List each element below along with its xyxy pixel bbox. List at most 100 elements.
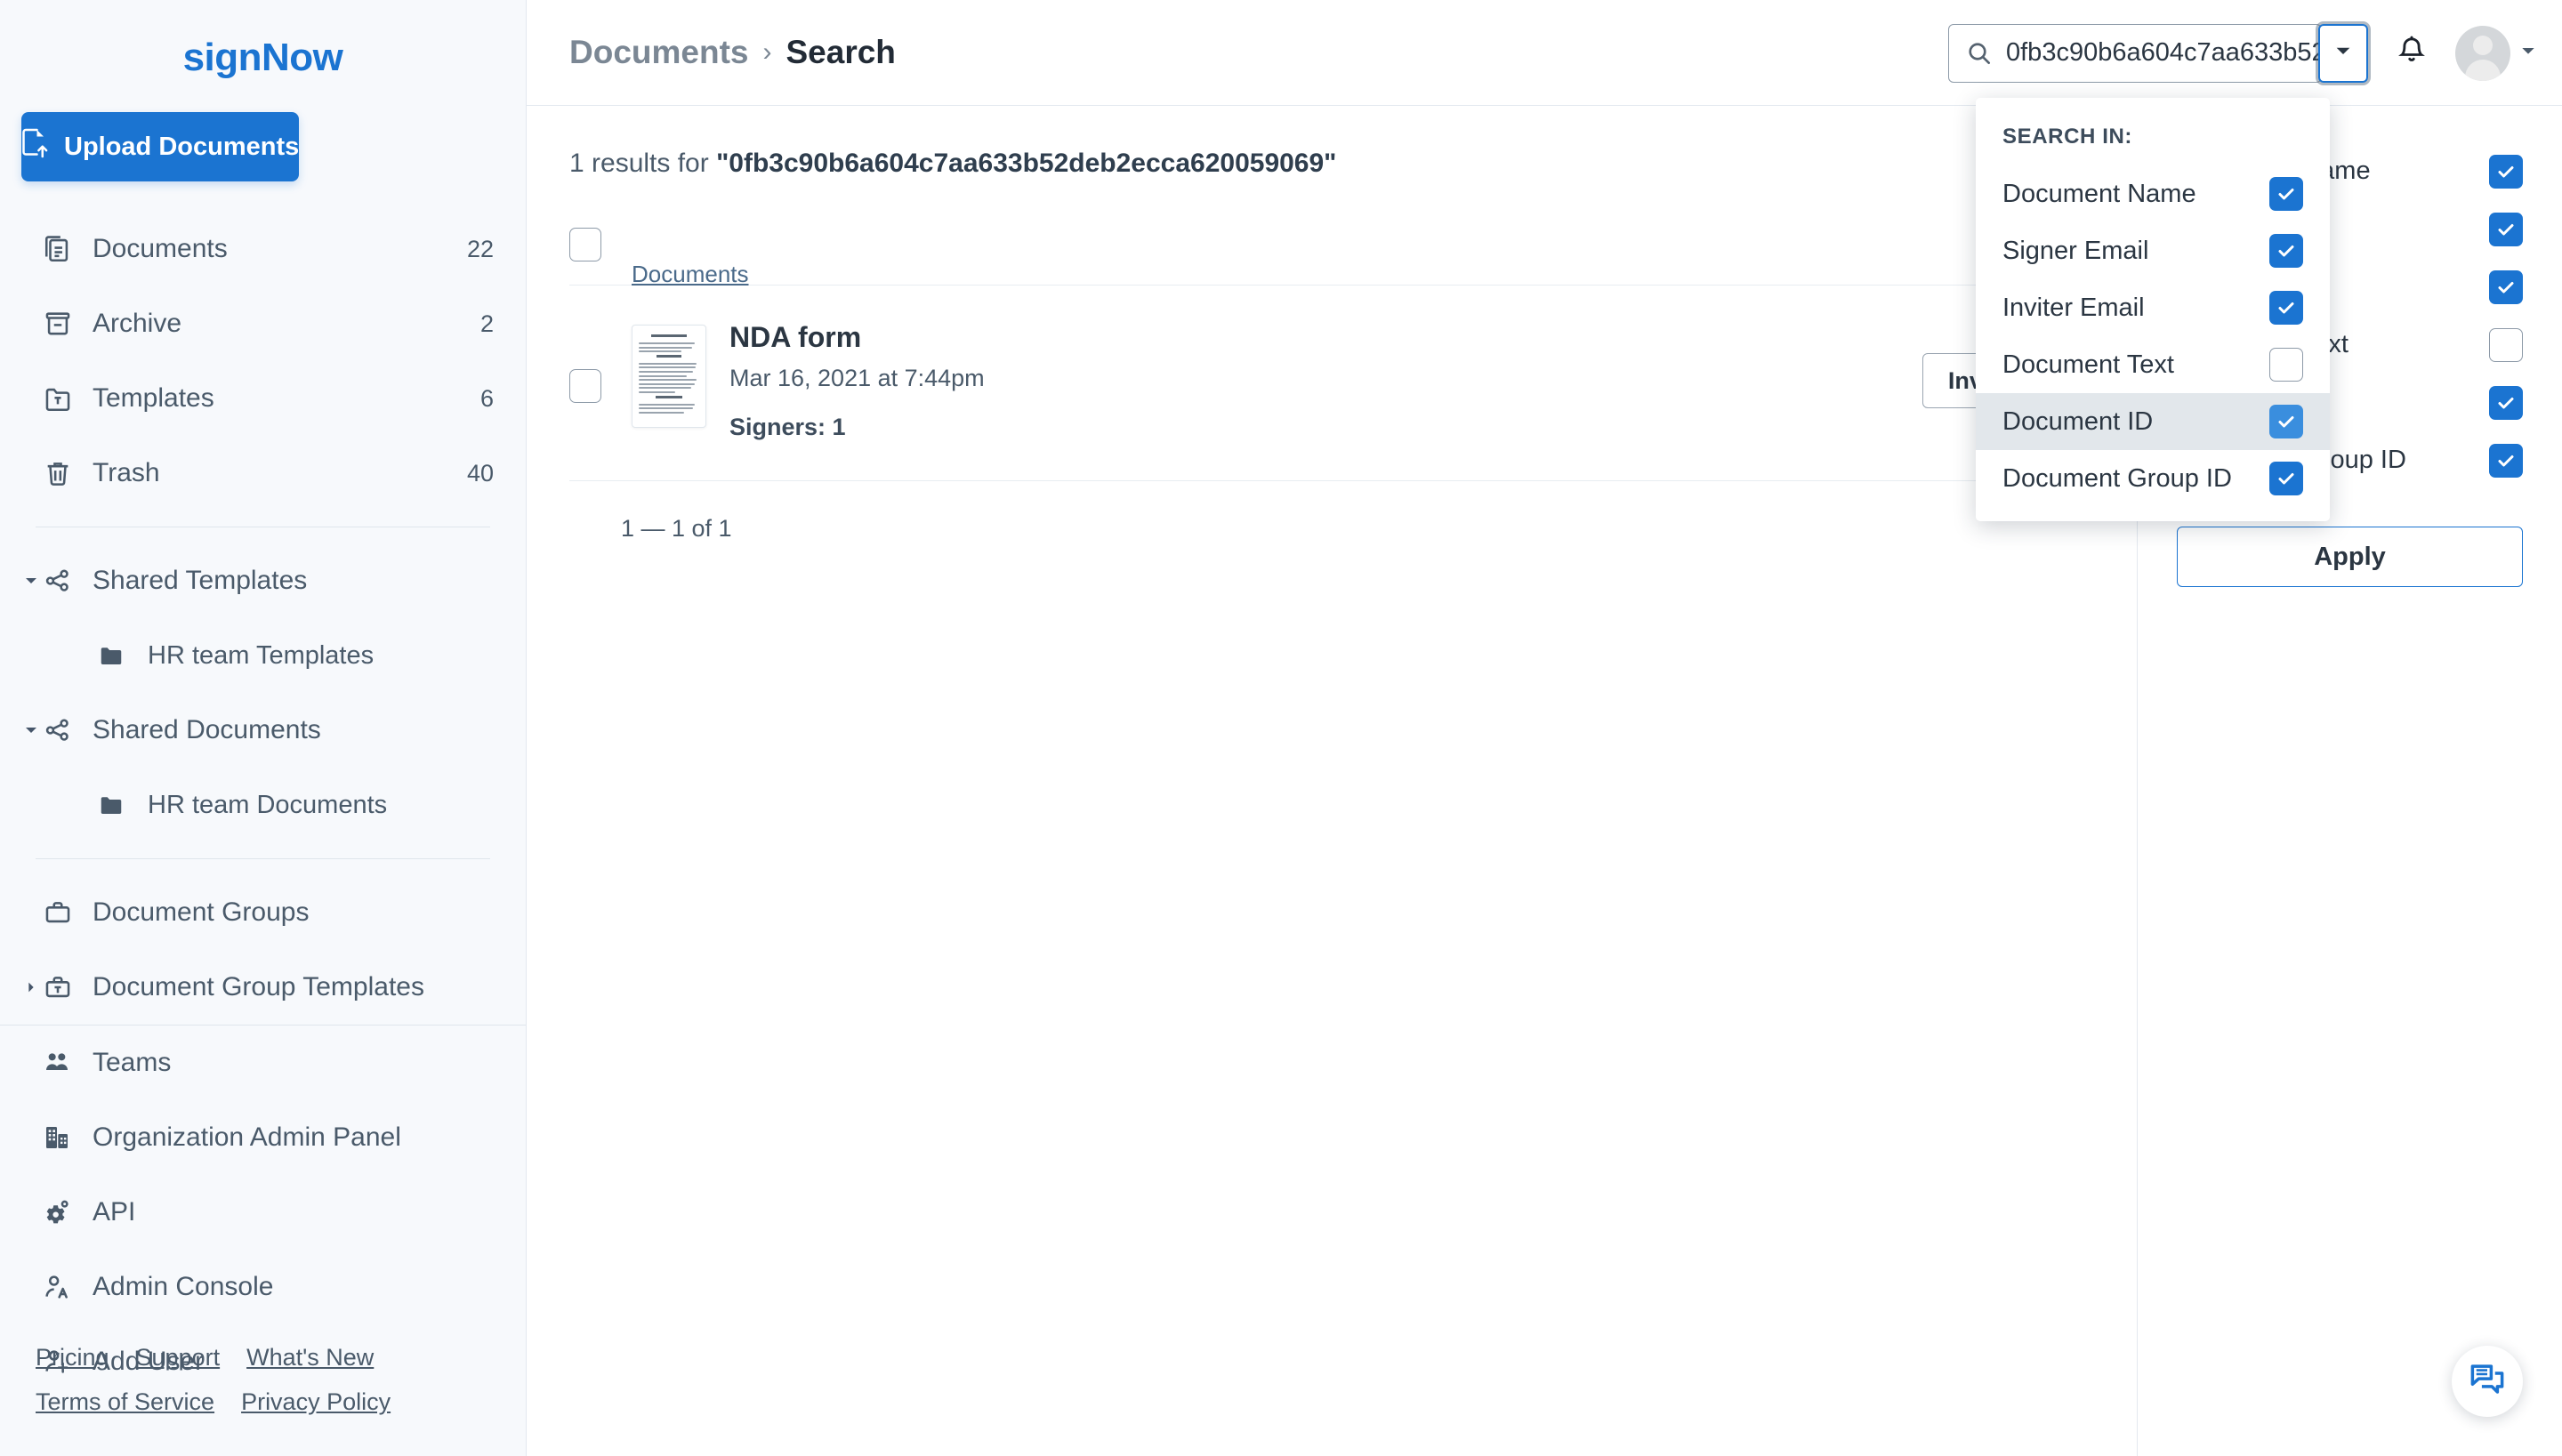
document-date: Mar 16, 2021 at 7:44pm [729,365,985,392]
breadcrumb-separator: › [762,37,771,68]
dropdown-item-label: Inviter Email [2002,294,2145,323]
search-box[interactable] [1948,24,2322,83]
sidebar-item-documents[interactable]: Documents 22 [0,212,526,286]
bell-icon [2396,35,2428,71]
row-checkbox[interactable] [569,369,601,403]
account-menu-button[interactable] [2455,26,2537,81]
sidebar-item-label: Archive [93,309,480,339]
sidebar-item-label: Shared Documents [93,715,494,745]
document-signers: Signers: 1 [729,414,985,441]
select-all-checkbox[interactable] [569,228,601,261]
sidebar-item-shared-documents[interactable]: Shared Documents [0,693,526,768]
filter-checkbox-document-id[interactable] [2489,386,2523,420]
dropdown-checkbox-document-group-id[interactable] [2269,462,2303,495]
sidebar-item-hr-team-documents[interactable]: HR team Documents [0,768,526,842]
sidebar-item-archive[interactable]: Archive 2 [0,286,526,361]
chevron-right-icon[interactable] [20,980,43,994]
breadcrumb-parent[interactable]: Documents [569,34,748,71]
apply-button[interactable]: Apply [2177,527,2523,587]
sidebar-item-organization-admin-panel[interactable]: Organization Admin Panel [0,1100,526,1175]
sidebar-item-hr-team-templates[interactable]: HR team Templates [0,618,526,693]
dropdown-item-inviter-email[interactable]: Inviter Email [1976,279,2330,336]
filter-checkbox-signer-email[interactable] [2489,213,2523,246]
link-terms-of-service[interactable]: Terms of Service [36,1388,214,1415]
filter-checkbox-document-name[interactable] [2489,155,2523,189]
document-info: NDA form Mar 16, 2021 at 7:44pm Signers:… [729,318,985,441]
dropdown-checkbox-inviter-email[interactable] [2269,291,2303,325]
search-input[interactable] [2006,38,2321,68]
sidebar-item-label: HR team Templates [148,641,494,671]
document-thumbnail[interactable] [632,325,706,428]
brand-logo[interactable]: signNow [0,0,526,80]
sidebar-item-api[interactable]: API [0,1175,526,1250]
results-summary-query: "0fb3c90b6a604c7aa633b52deb2ecca62005906… [716,149,1336,178]
briefcase-icon [43,897,80,928]
link-pricing[interactable]: Pricing [36,1344,109,1371]
templates-icon [43,383,80,414]
chevron-down-icon[interactable] [20,573,43,589]
dropdown-checkbox-document-name[interactable] [2269,177,2303,211]
upload-documents-label: Upload Documents [64,133,299,162]
chevron-down-icon[interactable] [20,722,43,738]
folder-icon [98,642,135,669]
notifications-button[interactable] [2388,29,2436,77]
search-in-dropdown: SEARCH IN: Document Name Signer Email In… [1976,98,2330,521]
sidebar-item-label: Trash [93,458,467,488]
teams-icon [43,1049,80,1077]
archive-icon [43,309,80,339]
dropdown-checkbox-document-text[interactable] [2269,348,2303,382]
sidebar-item-count: 2 [480,310,494,338]
search-area [1948,24,2368,83]
chevron-down-icon [2519,42,2537,64]
sidebar-item-label: HR team Documents [148,791,494,820]
chat-icon [2469,1361,2506,1403]
upload-icon [21,128,48,165]
search-in-dropdown-toggle[interactable] [2318,24,2368,83]
dropdown-item-label: Document Name [2002,180,2196,209]
dropdown-item-document-name[interactable]: Document Name [1976,165,2330,222]
dropdown-checkbox-document-id[interactable] [2269,405,2303,438]
dropdown-item-document-text[interactable]: Document Text [1976,336,2330,393]
sidebar-divider-2 [36,858,490,859]
row-folder-link[interactable]: Documents [632,261,749,288]
search-icon [1965,39,1995,68]
link-support[interactable]: Support [136,1344,221,1371]
sidebar-item-label: Document Groups [93,897,494,928]
app-root: signNow Upload Documents [0,0,2562,1456]
sidebar-item-shared-templates[interactable]: Shared Templates [0,543,526,618]
sidebar-item-templates[interactable]: Templates 6 [0,361,526,436]
sidebar-item-label: Document Group Templates [93,972,494,1002]
document-title[interactable]: NDA form [729,321,985,354]
sidebar-item-label: API [93,1197,494,1227]
sidebar-footer-links: Pricing Support What's New Terms of Servic… [36,1335,417,1424]
admin-user-icon [43,1273,80,1301]
sidebar-item-label: Organization Admin Panel [93,1122,494,1153]
sidebar-item-count: 6 [480,385,494,413]
filter-checkbox-document-group-id[interactable] [2489,444,2523,478]
briefcase-template-icon [43,972,80,1002]
documents-icon [43,234,80,264]
upload-documents-button[interactable]: Upload Documents [21,112,299,181]
sidebar-item-document-groups[interactable]: Document Groups [0,875,526,950]
dropdown-item-label: Document ID [2002,407,2153,437]
chevron-down-icon [2333,41,2353,65]
sidebar-item-trash[interactable]: Trash 40 [0,436,526,511]
link-whats-new[interactable]: What's New [246,1344,374,1371]
sidebar-item-document-group-templates[interactable]: Document Group Templates [0,950,526,1025]
filter-checkbox-inviter-email[interactable] [2489,270,2523,304]
sidebar-item-admin-console[interactable]: Admin Console [0,1250,526,1324]
sidebar-item-label: Documents [93,234,467,264]
dropdown-item-signer-email[interactable]: Signer Email [1976,222,2330,279]
chat-support-button[interactable] [2452,1346,2523,1417]
sidebar-item-count: 22 [467,236,494,263]
page-title: Search [786,34,895,71]
organization-icon [43,1123,80,1152]
dropdown-item-document-id[interactable]: Document ID [1976,393,2330,450]
sidebar-item-teams[interactable]: Teams [0,1026,526,1100]
sidebar-item-label: Shared Templates [93,566,494,596]
dropdown-checkbox-signer-email[interactable] [2269,234,2303,268]
filter-checkbox-document-text[interactable] [2489,328,2523,362]
dropdown-item-document-group-id[interactable]: Document Group ID [1976,450,2330,507]
link-privacy-policy[interactable]: Privacy Policy [241,1388,391,1415]
breadcrumb: Documents › Search [569,34,896,71]
